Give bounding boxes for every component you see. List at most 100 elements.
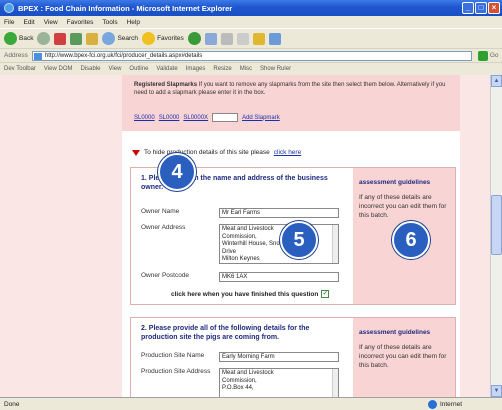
site-name-row: Production Site Name Early Morning Farm	[141, 352, 339, 362]
textarea-scrollbar[interactable]	[332, 225, 338, 263]
dev-disable[interactable]: Disable	[80, 66, 100, 72]
menu-help[interactable]: Help	[127, 19, 140, 26]
finished-text: click here when you have finished this q…	[171, 290, 319, 298]
owner-name-row: Owner Name Mr Earl Farms	[141, 208, 339, 218]
slapmark-link-3[interactable]: SL0000X	[183, 115, 208, 121]
slapmarks-links: SL0000 SL0000 SL0000X Add Slapmark	[134, 113, 280, 122]
hide-details-link[interactable]: click here	[274, 149, 301, 156]
messenger-icon[interactable]	[268, 32, 281, 45]
security-zone: Internet	[427, 400, 462, 409]
menu-bar: File Edit View Favorites Tools Help	[0, 16, 502, 28]
site-name-field[interactable]: Early Morning Farm	[219, 352, 339, 362]
slapmarks-title: Registered Slapmarks	[134, 82, 198, 88]
owner-postcode-field[interactable]: MK6 1AX	[219, 272, 339, 282]
dev-show-ruler[interactable]: Show Ruler	[260, 66, 291, 72]
address-label: Address	[4, 52, 28, 59]
search-icon	[102, 32, 116, 45]
page-viewport: Registered Slapmarks If you want to remo…	[0, 75, 490, 397]
history-icon[interactable]	[187, 32, 201, 45]
dev-resize[interactable]: Resize	[213, 66, 231, 72]
dev-images[interactable]: Images	[186, 66, 206, 72]
go-label[interactable]: Go	[490, 52, 499, 59]
slapmarks-box: Registered Slapmarks If you want to remo…	[122, 75, 460, 131]
search-button[interactable]: Search	[102, 32, 138, 45]
mail-icon[interactable]	[204, 32, 217, 45]
go-icon[interactable]	[477, 50, 488, 61]
page-icon	[33, 52, 42, 60]
owner-name-label: Owner Name	[141, 208, 180, 215]
star-icon	[142, 32, 156, 45]
annotation-badge-4: 4	[158, 153, 196, 191]
zone-text: Internet	[439, 401, 462, 408]
scroll-down-icon[interactable]: ▼	[491, 385, 502, 397]
menu-edit[interactable]: Edit	[23, 19, 34, 26]
guidelines-title-1: assessment guidelines	[359, 179, 431, 186]
annotation-badge-5: 5	[280, 221, 318, 259]
forward-arrow-icon[interactable]	[37, 32, 51, 45]
question-2-title: 2. Please provide all of the following d…	[141, 325, 310, 341]
question-2-section: 2. Please provide all of the following d…	[130, 317, 456, 397]
finished-question-1: click here when you have finished this q…	[171, 290, 330, 298]
dev-misc[interactable]: Misc	[240, 66, 252, 72]
back-button[interactable]: Back	[4, 32, 33, 45]
guidelines-title-2: assessment guidelines	[359, 329, 431, 336]
hide-details-text: To hide production details of this site …	[144, 149, 270, 156]
favorites-button[interactable]: Favorites	[142, 32, 184, 45]
page-scrollbar[interactable]: ▲ ▼	[490, 75, 502, 397]
owner-name-field[interactable]: Mr Earl Farms	[219, 208, 339, 218]
menu-view[interactable]: View	[44, 19, 58, 26]
slapmark-link-2[interactable]: SL0000	[159, 115, 180, 121]
site-address-row: Production Site Address Meat and Livesto…	[141, 368, 339, 397]
status-bar: Done Internet	[0, 397, 502, 410]
ie-logo-icon	[4, 3, 14, 13]
slapmark-input[interactable]	[212, 113, 239, 122]
window-controls: _ □ ×	[462, 2, 500, 14]
hide-details-line: To hide production details of this site …	[132, 149, 301, 156]
globe-icon	[427, 400, 437, 409]
menu-favorites[interactable]: Favorites	[67, 19, 94, 26]
slapmark-link-1[interactable]: SL0000	[134, 115, 155, 121]
site-address-label: Production Site Address	[141, 368, 211, 375]
scroll-thumb[interactable]	[491, 195, 502, 255]
dev-view-dom[interactable]: View DOM	[44, 66, 73, 72]
textarea-scrollbar[interactable]	[332, 369, 338, 397]
menu-file[interactable]: File	[4, 19, 14, 26]
owner-postcode-row: Owner Postcode MK6 1AX	[141, 272, 339, 282]
print-icon[interactable]	[220, 32, 233, 45]
guidelines-panel-2: assessment guidelines If any of these de…	[353, 318, 455, 397]
annotation-badge-6: 6	[392, 221, 430, 259]
standard-toolbar: Back Search Favorites	[0, 28, 502, 48]
dev-toolbar: Dev Toolbar View DOM Disable View Outlin…	[0, 62, 502, 75]
edit-icon[interactable]	[236, 32, 249, 45]
dev-outline[interactable]: Outline	[129, 66, 148, 72]
guidelines-text-2: If any of these details are incorrect yo…	[359, 344, 447, 369]
home-icon[interactable]	[86, 32, 99, 45]
finished-checkbox[interactable]: ✓	[321, 290, 330, 298]
scroll-up-icon[interactable]: ▲	[491, 75, 502, 87]
dev-toolbar-title: Dev Toolbar	[4, 66, 36, 72]
owner-address-label: Owner Address	[141, 224, 186, 231]
folder-icon[interactable]	[252, 32, 265, 45]
menu-tools[interactable]: Tools	[102, 19, 117, 26]
address-input[interactable]: http://www.bpex-fci.org.uk/fci/producer_…	[31, 50, 472, 61]
address-bar: Address http://www.bpex-fci.org.uk/fci/p…	[0, 48, 502, 62]
site-address-field[interactable]: Meat and Livestock Commission, P.O.Box 4…	[219, 368, 339, 397]
stop-icon[interactable]	[54, 32, 67, 45]
close-icon[interactable]: ×	[488, 2, 500, 14]
window-title: BPEX : Food Chain Information - Microsof…	[18, 3, 233, 13]
site-name-label: Production Site Name	[141, 352, 205, 359]
owner-address-field[interactable]: Meat and Livestock Commission, Winterhil…	[219, 224, 339, 264]
dev-view[interactable]: View	[109, 66, 122, 72]
guidelines-text-1: If any of these details are incorrect yo…	[359, 194, 447, 219]
add-slapmark-link[interactable]: Add Slapmark	[242, 115, 280, 121]
window-title-bar: BPEX : Food Chain Information - Microsof…	[0, 0, 502, 16]
collapse-triangle-icon[interactable]	[132, 149, 140, 156]
minimize-icon[interactable]: _	[462, 2, 474, 14]
owner-postcode-label: Owner Postcode	[141, 272, 190, 279]
page-content: Registered Slapmarks If you want to remo…	[122, 75, 460, 397]
dev-validate[interactable]: Validate	[156, 66, 177, 72]
refresh-icon[interactable]	[70, 32, 83, 45]
maximize-icon[interactable]: □	[475, 2, 487, 14]
back-arrow-icon	[4, 32, 17, 45]
status-text: Done	[4, 400, 20, 408]
